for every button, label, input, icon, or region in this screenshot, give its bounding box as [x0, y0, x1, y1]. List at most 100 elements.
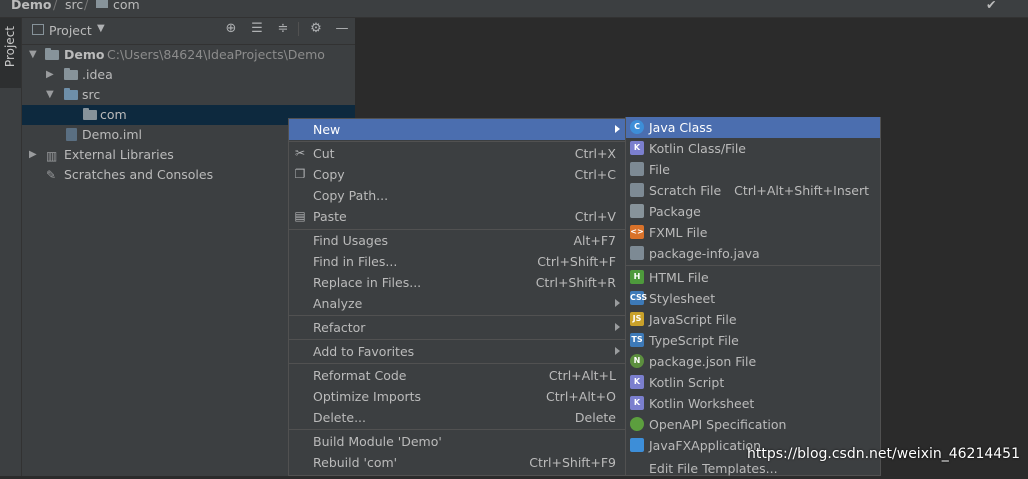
menu-item-build-module[interactable]: Build Module 'Demo': [289, 431, 625, 452]
tree-item-demo[interactable]: ▼ Demo C:\Users\84624\IdeaProjects\Demo: [22, 45, 355, 65]
collapse-all-icon[interactable]: ≑: [276, 22, 290, 36]
submenu-item-shortcut: Ctrl+Alt+Shift+Insert: [734, 183, 869, 198]
submenu-item-label: Edit File Templates...: [649, 461, 778, 476]
menu-separator: [289, 363, 625, 364]
build-status-icon[interactable]: ✔: [986, 0, 996, 12]
submenu-item-typescript-file[interactable]: TS TypeScript File: [626, 330, 880, 351]
menu-item-refactor[interactable]: Refactor: [289, 317, 625, 338]
submenu-item-label: package.json File: [649, 354, 757, 369]
gear-icon[interactable]: ⚙: [309, 22, 323, 36]
folder-icon: [96, 0, 108, 8]
chevron-right-icon[interactable]: ▶: [29, 149, 37, 160]
openapi-icon: [630, 417, 644, 431]
breadcrumb-project[interactable]: Demo: [11, 0, 51, 12]
breadcrumb-com[interactable]: com: [113, 0, 140, 12]
chevron-right-icon: [615, 323, 620, 331]
menu-item-label: Optimize Imports: [313, 389, 422, 404]
package-icon: [630, 204, 644, 218]
submenu-item-openapi-specification[interactable]: OpenAPI Specification: [626, 414, 880, 435]
menu-item-label: Delete...: [313, 410, 366, 425]
kotlin-script-icon: K: [630, 375, 644, 389]
menu-item-delete[interactable]: Delete... Delete: [289, 407, 625, 428]
chevron-right-icon: [615, 347, 620, 355]
submenu-item-label: Package: [649, 204, 701, 219]
menu-item-cut[interactable]: ✂ Cut Ctrl+X: [289, 143, 625, 164]
menu-item-label: Find Usages: [313, 233, 389, 248]
tree-label: src: [82, 87, 101, 102]
cut-icon: ✂: [294, 146, 306, 160]
submenu-item-label: JavaFXApplication: [649, 438, 761, 453]
menu-item-analyze[interactable]: Analyze: [289, 293, 625, 314]
menu-item-copy[interactable]: ❐ Copy Ctrl+C: [289, 164, 625, 185]
submenu-item-html-file[interactable]: H HTML File: [626, 267, 880, 288]
menu-item-optimize-imports[interactable]: Optimize Imports Ctrl+Alt+O: [289, 386, 625, 407]
package-icon: [83, 108, 97, 120]
menu-item-replace-in-files[interactable]: Replace in Files... Ctrl+Shift+R: [289, 272, 625, 293]
chevron-right-icon[interactable]: ▶: [46, 69, 54, 80]
menu-item-shortcut: Ctrl+Alt+L: [548, 368, 616, 383]
kotlin-worksheet-icon: K: [630, 396, 644, 410]
submenu-item-kotlin-class-file[interactable]: K Kotlin Class/File: [626, 138, 880, 159]
menu-item-copy-path[interactable]: Copy Path...: [289, 185, 625, 206]
javascript-file-icon: JS: [630, 312, 644, 326]
menu-item-rebuild[interactable]: Rebuild 'com' Ctrl+Shift+F9: [289, 452, 625, 473]
submenu-item-package-json-file[interactable]: Npackage.json File: [626, 351, 880, 372]
navigation-bar: Demo / src / com ✔: [0, 0, 1028, 18]
menu-item-paste[interactable]: ▤ Paste Ctrl+V: [289, 206, 625, 227]
menu-separator: [626, 265, 880, 266]
menu-item-label: Add to Favorites: [313, 344, 415, 359]
folder-icon: [64, 68, 78, 80]
menu-item-label: New: [313, 122, 341, 137]
menu-separator: [289, 315, 625, 316]
expand-all-icon[interactable]: ☰: [250, 22, 264, 36]
menu-item-add-to-favorites[interactable]: Add to Favorites: [289, 341, 625, 362]
submenu-item-label: Kotlin Script: [649, 375, 725, 390]
submenu-item-file[interactable]: File: [626, 159, 880, 180]
menu-item-label: Copy: [313, 167, 345, 182]
submenu-item-javascript-file[interactable]: JS JavaScript File: [626, 309, 880, 330]
submenu-item-fxml-file[interactable]: <> FXML File: [626, 222, 880, 243]
java-class-icon: C: [630, 120, 644, 134]
menu-item-label: Paste: [313, 209, 347, 224]
menu-separator: [289, 429, 625, 430]
minimize-icon[interactable]: —: [335, 22, 349, 36]
submenu-item-package[interactable]: Package: [626, 201, 880, 222]
iml-file-icon: [66, 128, 77, 141]
menu-item-label: Rebuild 'com': [313, 455, 398, 470]
tree-item-src[interactable]: ▼ src: [22, 85, 355, 105]
submenu-item-java-class[interactable]: C Java Class: [626, 117, 880, 138]
libraries-icon: ▥: [46, 149, 58, 163]
tree-label: Scratches and Consoles: [64, 167, 214, 182]
menu-item-label: Replace in Files...: [313, 275, 422, 290]
submenu-item-stylesheet[interactable]: CSS Stylesheet: [626, 288, 880, 309]
chevron-down-icon[interactable]: ▼: [97, 23, 105, 34]
menu-item-label: Analyze: [313, 296, 363, 311]
chevron-right-icon: [615, 299, 620, 307]
breadcrumb-separator: /: [53, 0, 58, 12]
menu-item-shortcut: Alt+F7: [573, 233, 616, 248]
chevron-down-icon[interactable]: ▼: [29, 49, 37, 60]
submenu-item-package-info-java[interactable]: package-info.java: [626, 243, 880, 264]
breadcrumb-src[interactable]: src: [65, 0, 83, 12]
project-view-selector[interactable]: Project: [49, 23, 92, 38]
menu-item-reformat-code[interactable]: Reformat Code Ctrl+Alt+L: [289, 365, 625, 386]
locate-icon[interactable]: ⊕: [224, 22, 238, 36]
submenu-item-kotlin-worksheet[interactable]: K Kotlin Worksheet: [626, 393, 880, 414]
submenu-item-label: Scratch File: [649, 183, 722, 198]
scratches-icon: ✎: [46, 168, 57, 182]
submenu-item-label: Java Class: [649, 120, 713, 135]
submenu-item-scratch-file[interactable]: Scratch File Ctrl+Alt+Shift+Insert: [626, 180, 880, 201]
submenu-item-label: File: [649, 162, 670, 177]
menu-item-find-usages[interactable]: Find Usages Alt+F7: [289, 230, 625, 251]
tree-item-idea[interactable]: ▶ .idea: [22, 65, 355, 85]
menu-item-new[interactable]: New: [289, 119, 625, 140]
menu-item-label: Reformat Code: [313, 368, 407, 383]
chevron-down-icon[interactable]: ▼: [46, 89, 54, 100]
menu-item-shortcut: Ctrl+X: [574, 146, 616, 161]
submenu-item-label: FXML File: [649, 225, 708, 240]
submenu-item-kotlin-script[interactable]: K Kotlin Script: [626, 372, 880, 393]
copy-icon: ❐: [294, 167, 306, 181]
scratch-file-icon: [630, 183, 644, 197]
menu-item-label: Build Module 'Demo': [313, 434, 442, 449]
menu-item-find-in-files[interactable]: Find in Files... Ctrl+Shift+F: [289, 251, 625, 272]
